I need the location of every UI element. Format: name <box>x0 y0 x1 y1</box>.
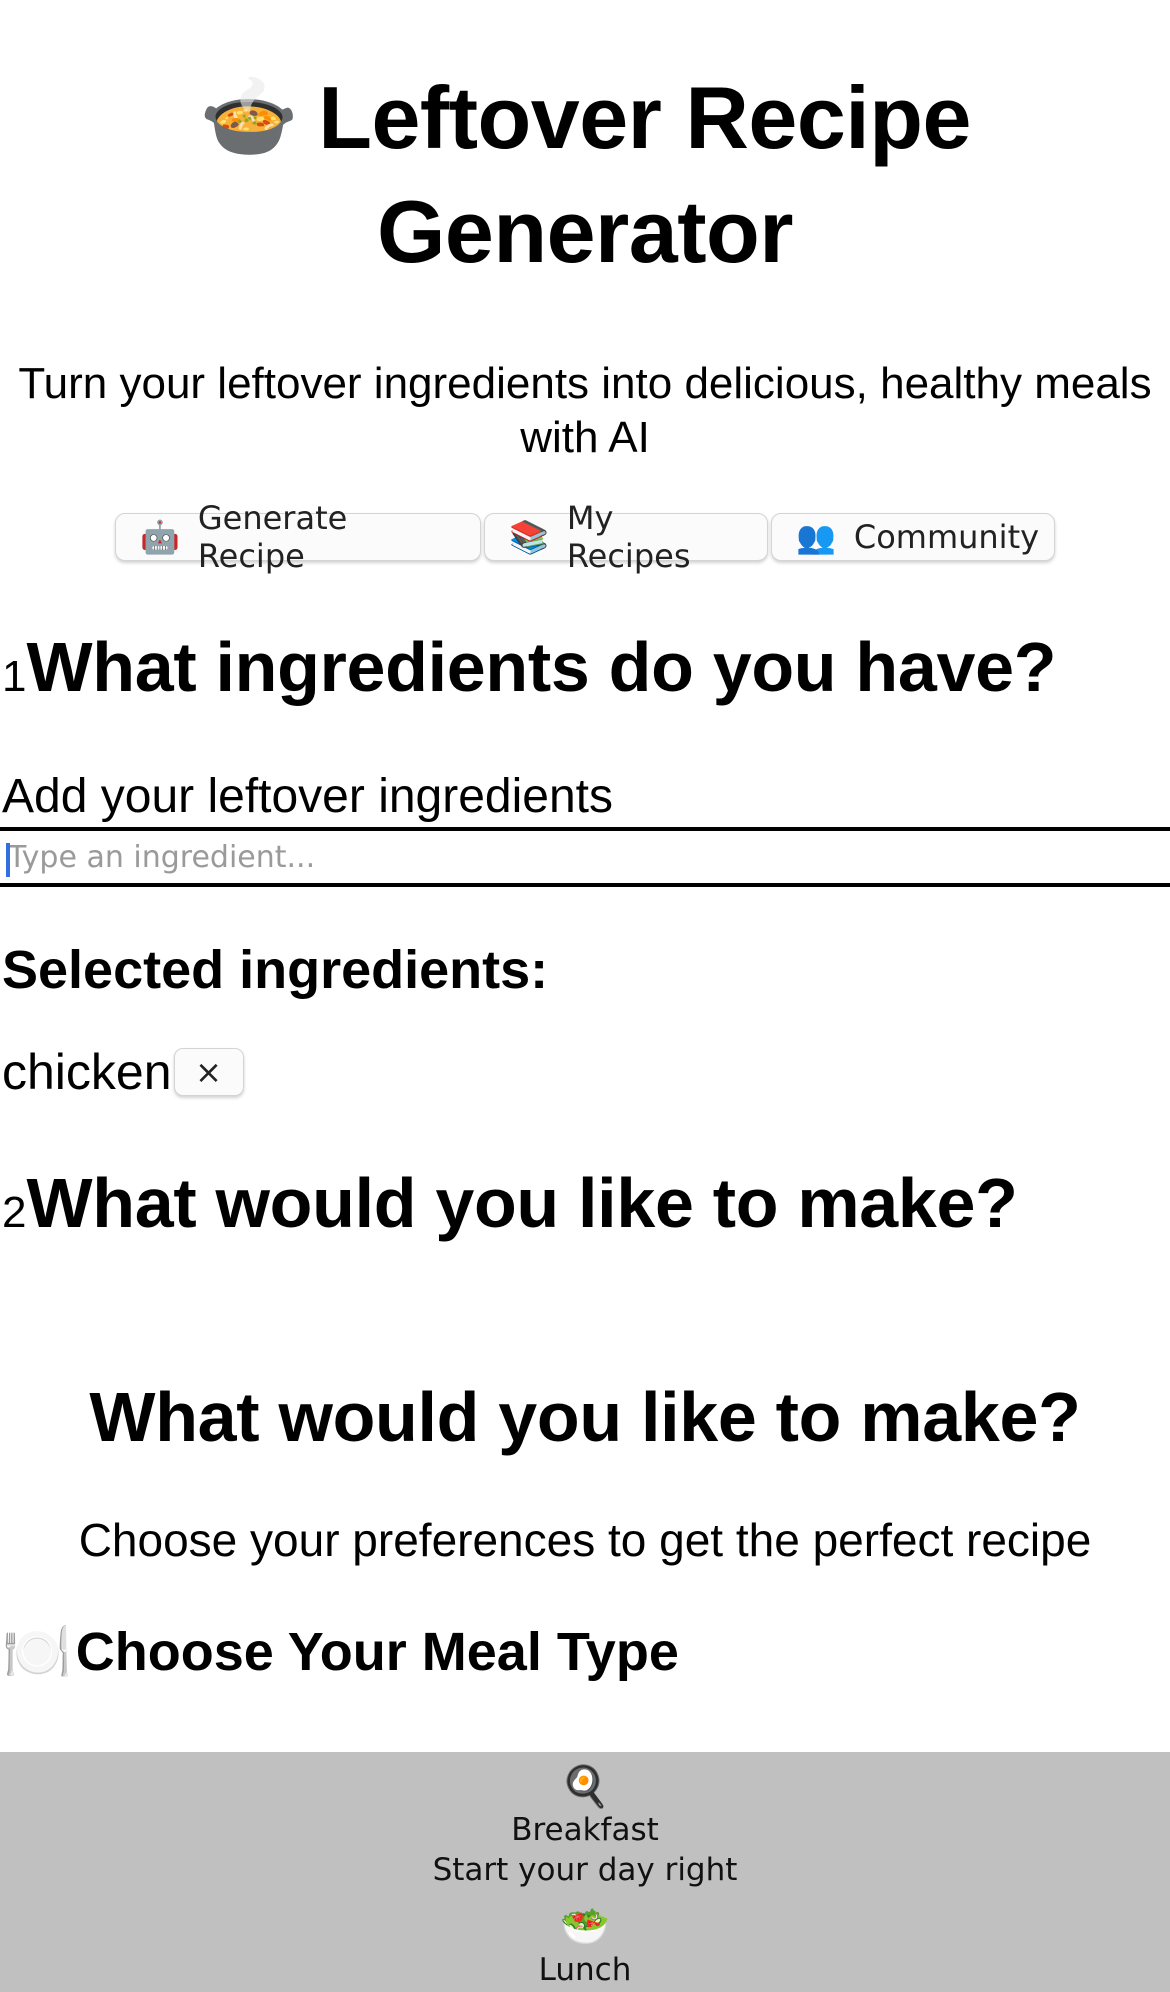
app-title-text: Leftover Recipe Generator <box>318 68 971 281</box>
tab-generate-recipe-label: Generate Recipe <box>197 499 348 575</box>
meal-type-heading: 🍽️ Choose Your Meal Type <box>0 1619 1170 1685</box>
close-icon: × <box>195 1053 222 1091</box>
tab-my-recipes[interactable]: 📚 My Recipes <box>484 499 768 575</box>
meal-option-description: Start your day right <box>432 1852 738 1888</box>
meal-option-lunch[interactable]: 🥗 Lunch <box>0 1890 1170 1990</box>
text-caret <box>6 843 10 877</box>
people-icon: 👥 <box>796 518 836 556</box>
meal-option-name: Breakfast <box>511 1812 659 1848</box>
meal-option-breakfast[interactable]: 🍳 Breakfast Start your day right <box>0 1752 1170 1890</box>
remove-ingredient-button[interactable]: × <box>173 1048 244 1096</box>
robot-icon: 🤖 <box>140 518 180 556</box>
preferences-subtitle: Choose your preferences to get the perfe… <box>78 1514 1092 1566</box>
ingredient-input[interactable] <box>0 827 1170 887</box>
tab-my-recipes-label: My Recipes <box>566 499 691 575</box>
ingredients-section: 1 What ingredients do you have? Add your… <box>0 627 1170 1101</box>
salad-icon: 🥗 <box>560 1904 610 1950</box>
books-icon: 📚 <box>509 518 549 556</box>
meal-option-name: Lunch <box>538 1952 632 1988</box>
meal-type-heading-text: Choose Your Meal Type <box>75 1622 679 1682</box>
step-title: What ingredients do you have? <box>26 628 1057 706</box>
step-number: 1 <box>2 652 27 701</box>
app-header: 🍲 Leftover Recipe Generator Turn your lef… <box>0 0 1170 465</box>
ingredient-chip-label: chicken <box>2 1044 172 1100</box>
tab-community-label: Community <box>853 518 1040 556</box>
ingredient-input-label: Add your leftover ingredients <box>2 770 614 823</box>
main-nav: 🤖 Generate Recipe 📚 My Recipes 👥 Communi… <box>0 499 1170 575</box>
app-title: 🍲 Leftover Recipe Generator <box>55 60 1115 289</box>
meal-type-options: 🍳 Breakfast Start your day right 🥗 Lunch <box>0 1752 1170 1992</box>
step-number: 2 <box>2 1188 27 1237</box>
ingredient-chip: chicken × <box>0 1043 1170 1101</box>
step-1-heading: 1 What ingredients do you have? <box>0 627 1170 707</box>
step-2-heading: 2 What would you like to make? <box>0 1163 1170 1243</box>
plate-cutlery-icon: 🍽️ <box>2 1620 72 1685</box>
step-title: What would you like to make? <box>26 1164 1018 1242</box>
ingredient-input-wrapper <box>0 827 1170 887</box>
preferences-section: 2 What would you like to make? What woul… <box>0 1163 1170 1685</box>
app-subtitle: Turn your leftover ingredients into deli… <box>18 359 1152 462</box>
selected-ingredients-heading: Selected ingredients: <box>2 940 549 1000</box>
preferences-title: What would you like to make? <box>89 1378 1081 1456</box>
preferences-intro: What would you like to make? Choose your… <box>0 1377 1170 1567</box>
tab-community[interactable]: 👥 Community <box>771 513 1055 561</box>
stew-pot-icon: 🍲 <box>199 72 299 161</box>
tab-generate-recipe[interactable]: 🤖 Generate Recipe <box>115 499 481 575</box>
frying-pan-icon: 🍳 <box>560 1764 610 1810</box>
